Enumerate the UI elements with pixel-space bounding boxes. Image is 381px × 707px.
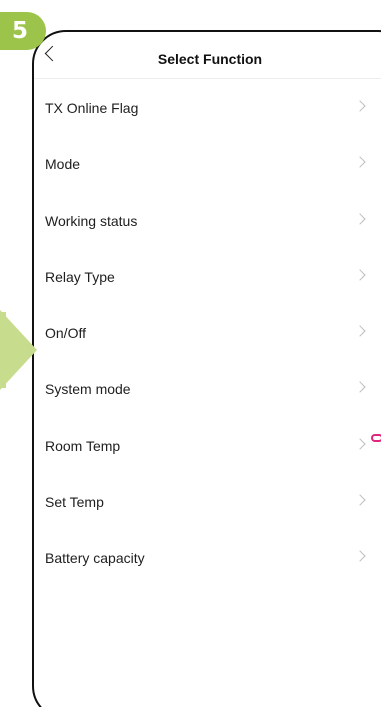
list-item-relay-type[interactable]: Relay Type [34, 247, 381, 303]
green-arrow-icon [0, 310, 37, 390]
list-item-label: TX Online Flag [45, 100, 139, 116]
pointer-indicator-icon [371, 434, 381, 442]
tutorial-screen: 5 Select Function TX Online Flag Mode Wo… [0, 0, 381, 707]
step-number: 5 [11, 18, 28, 44]
list-item-label: Battery capacity [45, 550, 145, 567]
chevron-right-icon [354, 494, 366, 506]
chevron-right-icon [354, 438, 366, 450]
page-title: Select Function [157, 51, 263, 67]
list-item-label: Relay Type [45, 268, 115, 285]
list-item-room-temp[interactable]: Room Temp [34, 416, 381, 472]
chevron-right-icon [354, 100, 366, 112]
chevron-right-icon [354, 325, 366, 337]
chevron-right-icon [354, 212, 366, 225]
list-item-mode[interactable]: Mode [34, 134, 381, 190]
list-item-label: Mode [45, 156, 81, 173]
list-item-label: System mode [45, 381, 131, 398]
chevron-right-icon [354, 156, 366, 168]
chevron-right-icon [354, 550, 366, 563]
list-item-working-status[interactable]: Working status [34, 191, 381, 247]
phone-screen: Select Function TX Online Flag Mode Work… [34, 32, 381, 702]
list-item-tx-online-flag[interactable]: TX Online Flag [34, 78, 381, 134]
step-badge: 5 [0, 12, 46, 50]
list-item-label: Room Temp [45, 437, 121, 454]
list-item-battery-capacity[interactable]: Battery capacity [34, 528, 381, 584]
function-list: TX Online Flag Mode Working status Relay… [34, 78, 381, 585]
chevron-right-icon [354, 269, 366, 281]
list-item-label: Set Temp [45, 494, 104, 511]
list-item-on-off[interactable]: On/Off [34, 303, 381, 359]
list-item-label: Working status [45, 212, 138, 229]
list-item-label: On/Off [45, 325, 86, 342]
app-header: Select Function [34, 32, 381, 79]
list-item-system-mode[interactable]: System mode [34, 359, 381, 415]
list-item-set-temp[interactable]: Set Temp [34, 472, 381, 528]
chevron-right-icon [354, 381, 366, 394]
